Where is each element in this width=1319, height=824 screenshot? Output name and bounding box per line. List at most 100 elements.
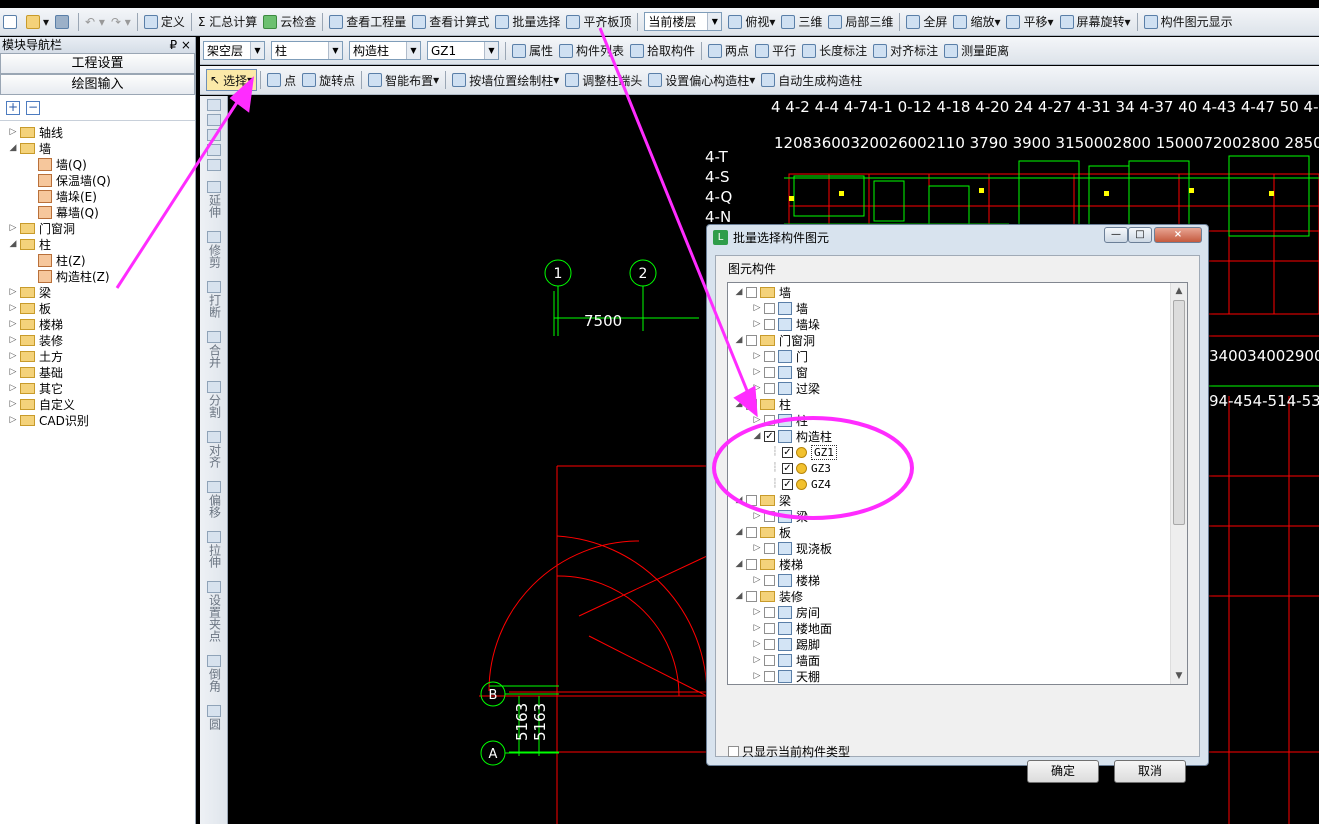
vertical-tool-button[interactable]: 圆: [200, 705, 228, 733]
dialog-tree-item[interactable]: ▷ 现浇板: [728, 540, 1187, 556]
undo-icon[interactable]: ↶ ▾: [82, 11, 108, 33]
screen-rotate-button[interactable]: 屏幕旋转 ▾: [1057, 11, 1134, 33]
expand-arrow-icon[interactable]: ▷: [752, 623, 762, 633]
collapse-arrow-icon[interactable]: ◢: [734, 399, 744, 409]
minimize-button[interactable]: —: [1104, 227, 1128, 243]
expand-arrow-icon[interactable]: ▷: [752, 671, 762, 681]
tree-checkbox[interactable]: [764, 542, 775, 554]
floor-display-select[interactable]: 当前楼层 ▼: [644, 12, 723, 31]
move-tool-icon[interactable]: [200, 144, 228, 156]
vertical-tool-button[interactable]: 偏移: [200, 481, 228, 521]
collapse-arrow-icon[interactable]: ◢: [752, 431, 762, 441]
tree-checkbox[interactable]: [746, 494, 757, 506]
point-button[interactable]: 点: [264, 69, 299, 91]
nav-tree-item[interactable]: ▷ 轴线: [0, 124, 195, 140]
tree-checkbox[interactable]: [746, 590, 757, 602]
collapse-arrow-icon[interactable]: ◢: [8, 143, 18, 153]
only-current-type-option[interactable]: 只显示当前构件类型: [728, 743, 850, 760]
open-file-icon[interactable]: ▾: [23, 11, 52, 33]
cloud-check-button[interactable]: 云检查: [260, 11, 319, 33]
tree-checkbox[interactable]: [764, 366, 775, 378]
dialog-tree-item[interactable]: ◢ ✓ 构造柱: [728, 428, 1187, 444]
expand-arrow-icon[interactable]: ▷: [8, 383, 18, 393]
vertical-tool-button[interactable]: 倒角: [200, 655, 228, 695]
component-select[interactable]: GZ1 ▼: [427, 41, 499, 60]
nav-tree-item[interactable]: ◢ 柱: [0, 236, 195, 252]
pin-close-icon[interactable]: ₽ ×: [169, 37, 191, 53]
tree-checkbox[interactable]: [764, 318, 775, 330]
close-button[interactable]: ×: [1154, 227, 1202, 243]
dialog-tree-item[interactable]: ◢ 墙: [728, 284, 1187, 300]
expand-arrow-icon[interactable]: ▷: [752, 367, 762, 377]
collapse-arrow-icon[interactable]: ◢: [8, 239, 18, 249]
rotate-tool-icon[interactable]: [200, 159, 228, 171]
tree-checkbox[interactable]: ✓: [782, 478, 793, 490]
expand-arrow-icon[interactable]: ▷: [8, 415, 18, 425]
nav-tree-item[interactable]: 幕墙(Q): [0, 204, 195, 220]
collapse-arrow-icon[interactable]: ◢: [734, 527, 744, 537]
adjust-end-button[interactable]: 调整柱端头: [562, 69, 645, 91]
vertical-tool-button[interactable]: 打断: [200, 281, 228, 321]
dialog-tree-item[interactable]: ▷ 楼梯: [728, 572, 1187, 588]
nav-tree-item[interactable]: ▷ CAD识别: [0, 412, 195, 428]
tree-checkbox[interactable]: [764, 622, 775, 634]
length-dim-button[interactable]: 长度标注: [799, 40, 870, 62]
draw-by-wall-button[interactable]: 按墙位置绘制柱 ▾: [449, 69, 562, 91]
dialog-tree-item[interactable]: ▷ 墙垛: [728, 316, 1187, 332]
expand-arrow-icon[interactable]: ▷: [752, 639, 762, 649]
dialog-tree-item[interactable]: ▷ 墙: [728, 300, 1187, 316]
dialog-tree-item[interactable]: ▷ 踢脚: [728, 636, 1187, 652]
measure-distance-button[interactable]: 测量距离: [941, 40, 1012, 62]
vertical-tool-button[interactable]: 分割: [200, 381, 228, 421]
vertical-tool-button[interactable]: 拉伸: [200, 531, 228, 571]
vertical-tool-button[interactable]: 设置夹点: [200, 581, 228, 645]
expand-arrow-icon[interactable]: ▷: [8, 287, 18, 297]
vertical-tool-button[interactable]: 修剪: [200, 231, 228, 271]
zoom-button[interactable]: 缩放 ▾: [950, 11, 1003, 33]
collapse-arrow-icon[interactable]: ◢: [734, 287, 744, 297]
dialog-tree-item[interactable]: ┆ ✓ GZ1: [728, 444, 1187, 460]
expand-arrow-icon[interactable]: ▷: [752, 607, 762, 617]
tree-checkbox[interactable]: ✓: [764, 430, 775, 442]
tree-checkbox[interactable]: [746, 558, 757, 570]
dialog-tree-item[interactable]: ▷ 过梁: [728, 380, 1187, 396]
tree-checkbox[interactable]: [764, 638, 775, 650]
dialog-tree-item[interactable]: ▷ 天棚: [728, 668, 1187, 684]
tree-checkbox[interactable]: ✓: [782, 446, 793, 458]
tree-checkbox[interactable]: [764, 510, 775, 522]
nav-tree-item[interactable]: ▷ 装修: [0, 332, 195, 348]
tree-checkbox[interactable]: [764, 302, 775, 314]
nav-tree-item[interactable]: ▷ 门窗洞: [0, 220, 195, 236]
copy-tool-icon[interactable]: [200, 114, 228, 126]
only-current-checkbox[interactable]: [728, 746, 739, 757]
tree-checkbox[interactable]: [746, 334, 757, 346]
expand-all-icon[interactable]: +: [6, 100, 20, 115]
nav-tree-item[interactable]: ◢ 墙: [0, 140, 195, 156]
define-button[interactable]: 定义: [141, 11, 188, 33]
dialog-tree-item[interactable]: ◢ 楼梯: [728, 556, 1187, 572]
scrollbar[interactable]: ▲ ▼: [1170, 283, 1187, 684]
tree-checkbox[interactable]: ✓: [782, 462, 793, 474]
nav-tree-item[interactable]: ▷ 梁: [0, 284, 195, 300]
nav-tree-item[interactable]: 墙(Q): [0, 156, 195, 172]
expand-arrow-icon[interactable]: ▷: [752, 319, 762, 329]
tree-checkbox[interactable]: [764, 382, 775, 394]
eccentric-column-button[interactable]: 设置偏心构造柱 ▾: [645, 69, 758, 91]
expand-arrow-icon[interactable]: ▷: [8, 399, 18, 409]
component-tree-list[interactable]: ◢ 墙 ▷ 墙 ▷ 墙垛 ◢ 门窗洞 ▷ 门 ▷ 窗 ▷ 过梁 ◢ 柱 ▷ 柱 ◢ ✓ 构造柱 ┆ ✓ GZ1 ┆ ✓ GZ3 ┆ ✓ G…: [727, 282, 1188, 685]
expand-arrow-icon[interactable]: ▷: [752, 415, 762, 425]
local-3d-button[interactable]: 局部三维: [825, 11, 896, 33]
redo-icon[interactable]: ↷ ▾: [108, 11, 134, 33]
dialog-tree-item[interactable]: ▷ 梁: [728, 508, 1187, 524]
pen-tool-icon[interactable]: [200, 99, 228, 111]
expand-arrow-icon[interactable]: ▷: [8, 303, 18, 313]
dialog-tree-item[interactable]: ▷ 柱: [728, 412, 1187, 428]
nav-tree-item[interactable]: ▷ 其它: [0, 380, 195, 396]
nav-tree-item[interactable]: 墙垛(E): [0, 188, 195, 204]
scroll-down-icon[interactable]: ▼: [1171, 668, 1187, 684]
project-settings-button[interactable]: 工程设置: [0, 53, 195, 74]
view-quantity-button[interactable]: 查看工程量: [326, 11, 409, 33]
dialog-tree-item[interactable]: ◢ 门窗洞: [728, 332, 1187, 348]
auto-generate-button[interactable]: 自动生成构造柱: [758, 69, 865, 91]
parallel-button[interactable]: 平行: [752, 40, 799, 62]
